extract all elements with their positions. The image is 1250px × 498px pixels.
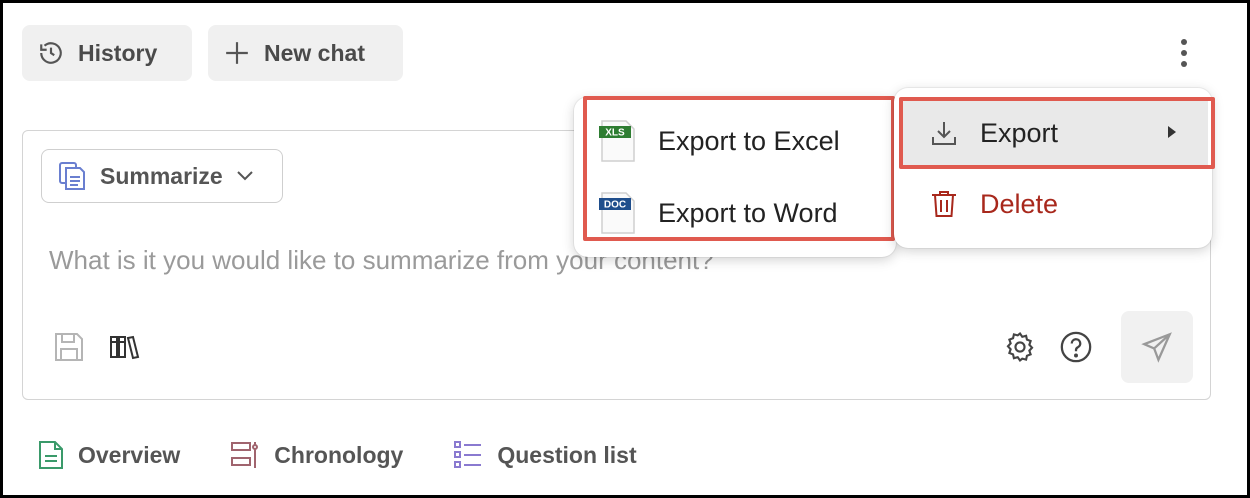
help-icon[interactable] bbox=[1059, 330, 1093, 364]
library-icon[interactable] bbox=[109, 334, 141, 360]
delete-menu-item[interactable]: Delete bbox=[902, 176, 1208, 232]
download-icon bbox=[932, 122, 956, 145]
doc-file-icon: DOC bbox=[599, 192, 635, 234]
doc-badge: DOC bbox=[604, 200, 626, 211]
tab-chronology-label: Chronology bbox=[274, 441, 404, 468]
export-to-word-label: Export to Word bbox=[658, 197, 838, 228]
chevron-down-icon bbox=[237, 171, 253, 181]
export-to-excel-label: Export to Excel bbox=[658, 125, 840, 156]
history-icon bbox=[40, 42, 62, 64]
history-label: History bbox=[78, 39, 158, 66]
bottom-tab-bar: Overview Chronology Question list bbox=[38, 440, 637, 470]
tab-overview-label: Overview bbox=[78, 441, 181, 468]
context-menu: Export Delete bbox=[894, 88, 1212, 248]
export-to-word-item[interactable]: DOC Export to Word bbox=[598, 185, 838, 241]
timeline-icon bbox=[231, 442, 259, 468]
settings-icon[interactable] bbox=[1003, 330, 1037, 364]
export-label: Export bbox=[980, 117, 1059, 148]
new-chat-button[interactable]: New chat bbox=[208, 25, 403, 81]
xls-file-icon: XLS bbox=[599, 120, 635, 162]
caret-right-icon bbox=[1168, 126, 1176, 138]
plus-icon bbox=[226, 42, 248, 64]
document-stack-icon bbox=[59, 162, 85, 190]
new-chat-label: New chat bbox=[264, 39, 365, 66]
send-button[interactable] bbox=[1121, 311, 1193, 383]
document-icon bbox=[39, 441, 63, 469]
save-icon[interactable] bbox=[53, 331, 85, 363]
xls-badge: XLS bbox=[605, 128, 625, 139]
checklist-icon bbox=[454, 441, 482, 468]
history-button[interactable]: History bbox=[22, 25, 192, 81]
send-icon bbox=[1141, 332, 1172, 363]
delete-label: Delete bbox=[980, 188, 1059, 219]
mode-select[interactable]: Summarize bbox=[41, 149, 283, 203]
export-to-excel-item[interactable]: XLS Export to Excel bbox=[598, 113, 840, 169]
export-menu-item[interactable]: Export bbox=[902, 100, 1208, 166]
export-submenu: XLS Export to Excel DOC Export to Word bbox=[574, 97, 896, 257]
tab-chronology[interactable]: Chronology bbox=[230, 440, 403, 470]
tab-overview[interactable]: Overview bbox=[38, 440, 180, 470]
trash-icon bbox=[932, 191, 956, 217]
tab-question-list[interactable]: Question list bbox=[453, 440, 637, 470]
tab-question-list-label: Question list bbox=[497, 441, 637, 468]
kebab-menu-icon[interactable] bbox=[1170, 38, 1198, 70]
mode-label: Summarize bbox=[100, 162, 223, 189]
